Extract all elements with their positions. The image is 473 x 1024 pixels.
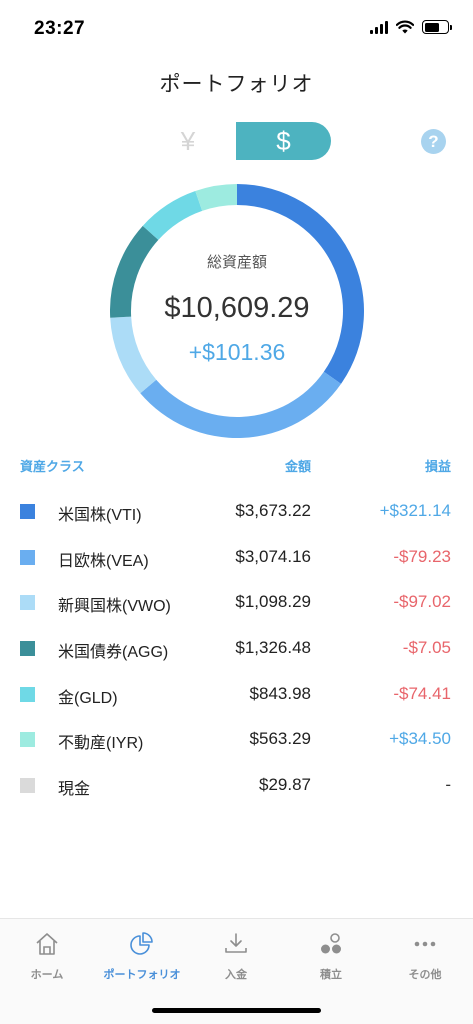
asset-color-swatch	[20, 732, 35, 748]
asset-amount: $843.98	[249, 683, 311, 703]
tab-label: その他	[408, 969, 442, 981]
home-indicator	[152, 1008, 321, 1013]
page-title: ポートフォリオ	[159, 73, 314, 96]
asset-color-swatch	[20, 595, 35, 611]
savings-coins-icon	[321, 933, 341, 954]
asset-gain: -$74.41	[393, 683, 451, 703]
asset-amount: $563.29	[249, 729, 311, 749]
asset-amount: $1,098.29	[235, 592, 311, 612]
asset-gain: -	[445, 775, 451, 795]
allocation-donut-chart: 総資産額 $10,609.29 +$101.36	[110, 184, 364, 438]
header-amount: 金額	[284, 459, 311, 474]
asset-amount: $3,074.16	[235, 546, 311, 566]
battery-icon	[422, 20, 452, 34]
asset-name: 金(GLD)	[58, 689, 118, 707]
asset-name: 日欧株(VEA)	[58, 552, 149, 570]
tab-home[interactable]: ホーム	[0, 919, 94, 989]
more-dots-icon	[414, 941, 436, 947]
wifi-icon	[396, 20, 414, 34]
home-icon	[36, 933, 58, 955]
asset-gain: -$7.05	[402, 638, 451, 658]
asset-row[interactable]: 日欧株(VEA) $3,074.16 -$79.23	[0, 535, 473, 581]
asset-row[interactable]: 新興国株(VWO) $1,098.29 -$97.02	[0, 580, 473, 626]
tab-label: ポートフォリオ	[103, 969, 181, 981]
asset-row[interactable]: 不動産(IYR) $563.29 +$34.50	[0, 717, 473, 763]
asset-color-swatch	[20, 686, 35, 702]
currency-yen-button[interactable]: ¥	[140, 122, 236, 160]
asset-table-header: 資産クラス 金額 損益	[0, 456, 473, 476]
currency-toggle: ¥ $	[140, 122, 332, 160]
asset-amount: $1,326.48	[235, 638, 311, 658]
asset-row[interactable]: 金(GLD) $843.98 -$74.41	[0, 672, 473, 718]
deposit-download-icon	[225, 933, 247, 953]
tab-label: ホーム	[30, 969, 64, 981]
asset-name: 新興国株(VWO)	[58, 598, 171, 616]
total-assets-label: 総資産額	[206, 254, 267, 271]
asset-name: 米国株(VTI)	[58, 507, 142, 524]
asset-row[interactable]: 現金 $29.87 -	[0, 763, 473, 809]
currency-usd-button[interactable]: $	[236, 122, 331, 160]
cellular-signal-icon	[370, 20, 388, 34]
tab-more[interactable]: その他	[378, 919, 472, 989]
asset-row[interactable]: 米国株(VTI) $3,673.22 +$321.14	[0, 489, 473, 535]
status-bar: 23:27	[0, 0, 473, 56]
asset-color-swatch	[20, 641, 35, 657]
asset-name: 現金	[58, 781, 91, 799]
tab-portfolio[interactable]: ポートフォリオ	[95, 919, 189, 989]
asset-row[interactable]: 米国債券(AGG) $1,326.48 -$7.05	[0, 626, 473, 672]
asset-amount: $29.87	[259, 775, 311, 795]
portfolio-pie-icon	[130, 932, 153, 955]
donut-center: 総資産額 $10,609.29 +$101.36	[110, 184, 364, 438]
asset-amount: $3,673.22	[235, 501, 311, 520]
header-gain: 損益	[424, 459, 451, 474]
total-change-value: +$101.36	[188, 339, 286, 365]
help-icon[interactable]: ?	[421, 129, 446, 154]
tab-deposit[interactable]: 入金	[189, 919, 283, 989]
tab-savings[interactable]: 積立	[284, 919, 378, 989]
asset-color-swatch	[20, 549, 35, 565]
asset-color-swatch	[20, 504, 35, 519]
asset-gain: +$34.50	[389, 729, 451, 749]
asset-gain: -$97.02	[393, 592, 451, 612]
asset-name: 米国債券(AGG)	[58, 644, 169, 662]
total-assets-value: $10,609.29	[164, 292, 310, 324]
status-icons	[370, 20, 452, 34]
asset-gain: +$321.14	[379, 501, 451, 520]
tab-label: 入金	[225, 969, 247, 981]
header-asset-class: 資産クラス	[20, 459, 85, 474]
asset-list: 米国株(VTI) $3,673.22 +$321.14 日欧株(VEA) $3,…	[0, 489, 473, 809]
asset-name: 不動産(IYR)	[58, 735, 144, 753]
status-time: 23:27	[34, 18, 86, 39]
tab-label: 積立	[320, 969, 342, 981]
asset-gain: -$79.23	[393, 546, 451, 566]
asset-color-swatch	[20, 778, 35, 794]
